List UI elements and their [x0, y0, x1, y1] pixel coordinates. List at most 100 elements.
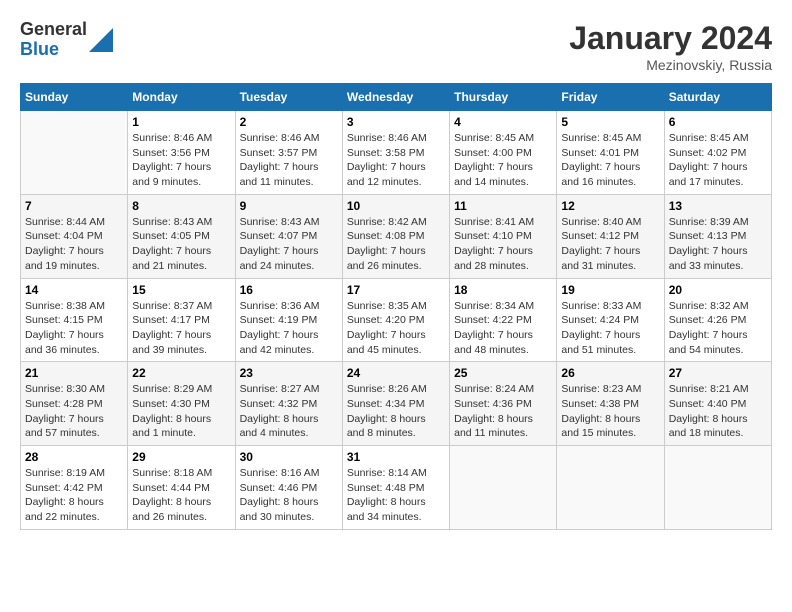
day-info: Sunrise: 8:42 AM Sunset: 4:08 PM Dayligh… [347, 215, 445, 274]
calendar-cell [21, 111, 128, 195]
calendar-cell: 15 Sunrise: 8:37 AM Sunset: 4:17 PM Dayli… [128, 278, 235, 362]
weekday-header: Saturday [664, 84, 771, 111]
day-number: 10 [347, 199, 445, 213]
calendar-cell [557, 446, 664, 530]
day-info: Sunrise: 8:35 AM Sunset: 4:20 PM Dayligh… [347, 299, 445, 358]
calendar-cell: 27 Sunrise: 8:21 AM Sunset: 4:40 PM Dayli… [664, 362, 771, 446]
day-info: Sunrise: 8:24 AM Sunset: 4:36 PM Dayligh… [454, 382, 552, 441]
month-title: January 2024 [569, 20, 772, 57]
page-header: General Blue January 2024 Mezinovskiy, R… [20, 20, 772, 73]
calendar-cell: 3 Sunrise: 8:46 AM Sunset: 3:58 PM Daylig… [342, 111, 449, 195]
calendar-cell: 2 Sunrise: 8:46 AM Sunset: 3:57 PM Daylig… [235, 111, 342, 195]
calendar-cell: 17Sunrise: 8:35 AM Sunset: 4:20 PM Dayli… [342, 278, 449, 362]
day-info: Sunrise: 8:18 AM Sunset: 4:44 PM Dayligh… [132, 466, 230, 525]
calendar-cell: 31Sunrise: 8:14 AM Sunset: 4:48 PM Dayli… [342, 446, 449, 530]
day-number: 6 [669, 115, 767, 129]
day-number: 14 [25, 283, 123, 297]
day-number: 20 [669, 283, 767, 297]
weekday-header: Wednesday [342, 84, 449, 111]
calendar-cell: 25 Sunrise: 8:24 AM Sunset: 4:36 PM Dayli… [450, 362, 557, 446]
day-number: 3 [347, 115, 445, 129]
calendar-cell: 14 Sunrise: 8:38 AM Sunset: 4:15 PM Dayli… [21, 278, 128, 362]
calendar-week-row: 14 Sunrise: 8:38 AM Sunset: 4:15 PM Dayli… [21, 278, 772, 362]
day-info: Sunrise: 8:37 AM Sunset: 4:17 PM Dayligh… [132, 299, 230, 358]
day-number: 30 [240, 450, 338, 464]
day-number: 22 [132, 366, 230, 380]
weekday-header: Thursday [450, 84, 557, 111]
calendar-cell: 8Sunrise: 8:43 AM Sunset: 4:05 PM Daylig… [128, 194, 235, 278]
calendar-cell: 13Sunrise: 8:39 AM Sunset: 4:13 PM Dayli… [664, 194, 771, 278]
calendar-table: SundayMondayTuesdayWednesdayThursdayFrid… [20, 83, 772, 530]
day-info: Sunrise: 8:26 AM Sunset: 4:34 PM Dayligh… [347, 382, 445, 441]
calendar-cell: 11 Sunrise: 8:41 AM Sunset: 4:10 PM Dayli… [450, 194, 557, 278]
day-info: Sunrise: 8:21 AM Sunset: 4:40 PM Dayligh… [669, 382, 767, 441]
day-number: 2 [240, 115, 338, 129]
day-number: 1 [132, 115, 230, 129]
day-info: Sunrise: 8:46 AM Sunset: 3:56 PM Dayligh… [132, 131, 230, 190]
calendar-header-row: SundayMondayTuesdayWednesdayThursdayFrid… [21, 84, 772, 111]
day-number: 16 [240, 283, 338, 297]
logo: General Blue [20, 20, 113, 60]
day-number: 21 [25, 366, 123, 380]
day-info: Sunrise: 8:40 AM Sunset: 4:12 PM Dayligh… [561, 215, 659, 274]
day-info: Sunrise: 8:33 AM Sunset: 4:24 PM Dayligh… [561, 299, 659, 358]
day-info: Sunrise: 8:45 AM Sunset: 4:01 PM Dayligh… [561, 131, 659, 190]
day-info: Sunrise: 8:44 AM Sunset: 4:04 PM Dayligh… [25, 215, 123, 274]
calendar-cell: 10 Sunrise: 8:42 AM Sunset: 4:08 PM Dayli… [342, 194, 449, 278]
day-info: Sunrise: 8:16 AM Sunset: 4:46 PM Dayligh… [240, 466, 338, 525]
calendar-cell: 5Sunrise: 8:45 AM Sunset: 4:01 PM Daylig… [557, 111, 664, 195]
day-info: Sunrise: 8:14 AM Sunset: 4:48 PM Dayligh… [347, 466, 445, 525]
day-number: 8 [132, 199, 230, 213]
day-info: Sunrise: 8:32 AM Sunset: 4:26 PM Dayligh… [669, 299, 767, 358]
calendar-cell: 29 Sunrise: 8:18 AM Sunset: 4:44 PM Dayli… [128, 446, 235, 530]
day-number: 15 [132, 283, 230, 297]
day-number: 18 [454, 283, 552, 297]
calendar-cell: 12Sunrise: 8:40 AM Sunset: 4:12 PM Dayli… [557, 194, 664, 278]
day-info: Sunrise: 8:38 AM Sunset: 4:15 PM Dayligh… [25, 299, 123, 358]
location-text: Mezinovskiy, Russia [569, 57, 772, 73]
day-info: Sunrise: 8:23 AM Sunset: 4:38 PM Dayligh… [561, 382, 659, 441]
logo-general-text: General [20, 20, 87, 40]
title-area: January 2024 Mezinovskiy, Russia [569, 20, 772, 73]
day-number: 27 [669, 366, 767, 380]
calendar-cell: 24 Sunrise: 8:26 AM Sunset: 4:34 PM Dayli… [342, 362, 449, 446]
day-number: 29 [132, 450, 230, 464]
day-number: 4 [454, 115, 552, 129]
calendar-cell: 6Sunrise: 8:45 AM Sunset: 4:02 PM Daylig… [664, 111, 771, 195]
day-number: 24 [347, 366, 445, 380]
calendar-cell: 19 Sunrise: 8:33 AM Sunset: 4:24 PM Dayli… [557, 278, 664, 362]
day-info: Sunrise: 8:41 AM Sunset: 4:10 PM Dayligh… [454, 215, 552, 274]
calendar-cell [664, 446, 771, 530]
calendar-cell: 16 Sunrise: 8:36 AM Sunset: 4:19 PM Dayli… [235, 278, 342, 362]
calendar-cell: 4 Sunrise: 8:45 AM Sunset: 4:00 PM Daylig… [450, 111, 557, 195]
day-info: Sunrise: 8:30 AM Sunset: 4:28 PM Dayligh… [25, 382, 123, 441]
calendar-cell: 7Sunrise: 8:44 AM Sunset: 4:04 PM Daylig… [21, 194, 128, 278]
calendar-cell: 22Sunrise: 8:29 AM Sunset: 4:30 PM Dayli… [128, 362, 235, 446]
day-info: Sunrise: 8:45 AM Sunset: 4:00 PM Dayligh… [454, 131, 552, 190]
calendar-cell: 18 Sunrise: 8:34 AM Sunset: 4:22 PM Dayli… [450, 278, 557, 362]
day-info: Sunrise: 8:46 AM Sunset: 3:57 PM Dayligh… [240, 131, 338, 190]
weekday-header: Friday [557, 84, 664, 111]
day-info: Sunrise: 8:36 AM Sunset: 4:19 PM Dayligh… [240, 299, 338, 358]
calendar-cell: 28 Sunrise: 8:19 AM Sunset: 4:42 PM Dayli… [21, 446, 128, 530]
weekday-header: Tuesday [235, 84, 342, 111]
day-info: Sunrise: 8:39 AM Sunset: 4:13 PM Dayligh… [669, 215, 767, 274]
logo-icon [89, 28, 113, 52]
day-number: 11 [454, 199, 552, 213]
calendar-week-row: 1 Sunrise: 8:46 AM Sunset: 3:56 PM Daylig… [21, 111, 772, 195]
logo-blue-text: Blue [20, 40, 87, 60]
day-info: Sunrise: 8:46 AM Sunset: 3:58 PM Dayligh… [347, 131, 445, 190]
day-info: Sunrise: 8:27 AM Sunset: 4:32 PM Dayligh… [240, 382, 338, 441]
day-number: 19 [561, 283, 659, 297]
day-number: 25 [454, 366, 552, 380]
calendar-cell: 9Sunrise: 8:43 AM Sunset: 4:07 PM Daylig… [235, 194, 342, 278]
day-info: Sunrise: 8:34 AM Sunset: 4:22 PM Dayligh… [454, 299, 552, 358]
day-number: 28 [25, 450, 123, 464]
day-number: 23 [240, 366, 338, 380]
calendar-cell: 21 Sunrise: 8:30 AM Sunset: 4:28 PM Dayli… [21, 362, 128, 446]
calendar-cell: 23 Sunrise: 8:27 AM Sunset: 4:32 PM Dayli… [235, 362, 342, 446]
day-number: 9 [240, 199, 338, 213]
weekday-header: Sunday [21, 84, 128, 111]
day-info: Sunrise: 8:19 AM Sunset: 4:42 PM Dayligh… [25, 466, 123, 525]
calendar-cell: 20 Sunrise: 8:32 AM Sunset: 4:26 PM Dayli… [664, 278, 771, 362]
